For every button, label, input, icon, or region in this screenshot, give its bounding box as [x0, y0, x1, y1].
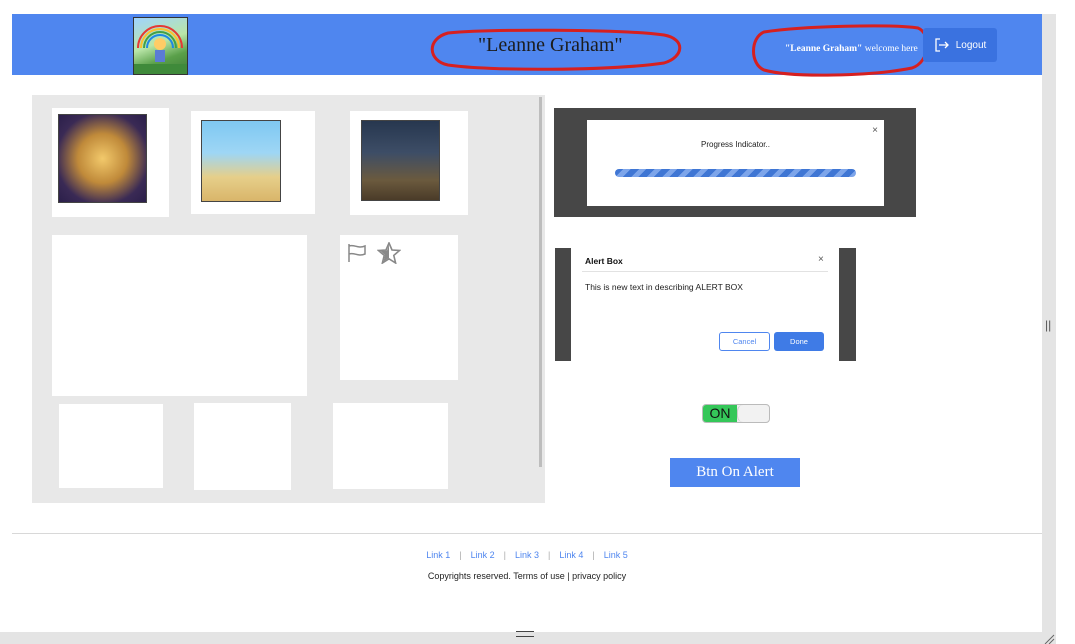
content-card — [333, 403, 448, 489]
footer-link-2[interactable]: Link 2 — [471, 550, 495, 560]
logout-button[interactable]: Logout — [923, 28, 997, 62]
btn-on-alert[interactable]: Btn On Alert — [670, 458, 800, 487]
logo-image — [133, 17, 188, 75]
footer-separator: | — [459, 550, 462, 560]
annotation-circle-title — [430, 28, 682, 71]
card-image — [58, 114, 147, 203]
toggle-knob — [737, 405, 769, 422]
progress-bar — [615, 169, 856, 177]
logout-arrow-icon — [935, 38, 949, 52]
footer-separator: | — [503, 550, 506, 560]
footer-separator: | — [548, 550, 551, 560]
star-icon[interactable] — [377, 242, 401, 264]
image-card[interactable] — [350, 111, 468, 215]
alert-title: Alert Box — [585, 256, 623, 266]
footer-link-4[interactable]: Link 4 — [559, 550, 583, 560]
footer-divider — [12, 533, 1042, 534]
flag-icon[interactable] — [347, 243, 369, 263]
footer-link-3[interactable]: Link 3 — [515, 550, 539, 560]
alert-overlay-right — [839, 248, 856, 361]
footer-links: Link 1 | Link 2 | Link 3 | Link 4 | Link 5 — [0, 550, 1054, 560]
footer-link-1[interactable]: Link 1 — [426, 550, 450, 560]
copyright-text: Copyrights reserved. Terms of use | priv… — [427, 571, 627, 581]
progress-label: Progress Indicator.. — [701, 140, 770, 149]
content-card — [340, 235, 458, 380]
progress-close-button[interactable]: × — [872, 125, 878, 136]
image-card[interactable] — [191, 111, 315, 214]
footer-link-5[interactable]: Link 5 — [604, 550, 628, 560]
horizontal-resize-grip[interactable] — [516, 631, 534, 637]
content-card — [59, 404, 163, 488]
resize-corner-icon[interactable] — [1043, 634, 1055, 644]
annotation-circle-welcome — [752, 24, 929, 77]
vertical-resize-grip[interactable]: || — [1045, 318, 1051, 332]
panel-scrollbar[interactable] — [539, 97, 542, 467]
card-image — [361, 120, 440, 201]
toggle-switch[interactable]: ON — [702, 404, 770, 423]
content-card — [194, 403, 291, 490]
content-card — [52, 235, 307, 396]
cancel-button[interactable]: Cancel — [719, 332, 770, 351]
footer-separator: | — [592, 550, 595, 560]
alert-overlay-left — [555, 248, 571, 361]
alert-divider — [582, 271, 828, 272]
logout-label: Logout — [955, 39, 987, 51]
toggle-on-label: ON — [703, 405, 737, 422]
image-card[interactable] — [52, 108, 169, 217]
alert-close-button[interactable]: × — [818, 254, 824, 265]
image-grid-panel — [32, 95, 545, 503]
card-image — [201, 120, 281, 202]
done-button[interactable]: Done — [774, 332, 824, 351]
alert-message: This is new text in describing ALERT BOX — [585, 282, 743, 292]
progress-dialog: Progress Indicator.. × — [587, 120, 884, 206]
